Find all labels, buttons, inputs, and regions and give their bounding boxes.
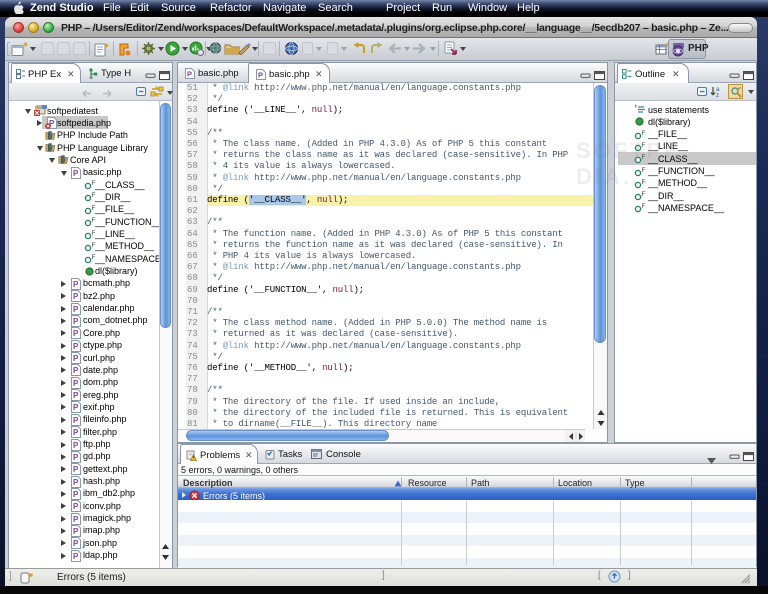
svg-text:P: P <box>73 428 79 437</box>
svg-text:P: P <box>73 169 79 178</box>
svg-text:P: P <box>73 539 79 548</box>
svg-text:P: P <box>73 465 79 474</box>
svg-text:P: P <box>73 317 79 326</box>
svg-text:P: P <box>73 478 79 487</box>
svg-text:F: F <box>642 191 646 198</box>
svg-text:P: P <box>73 441 79 450</box>
svg-text:F: F <box>642 130 646 137</box>
svg-text:P: P <box>73 379 79 388</box>
svg-text:P: P <box>73 527 79 536</box>
svg-text:P: P <box>73 453 79 462</box>
svg-text:P: P <box>73 280 79 289</box>
svg-text:P: P <box>73 490 79 499</box>
svg-text:P: P <box>73 552 79 561</box>
svg-text:P: P <box>187 70 192 79</box>
svg-text:P: P <box>73 342 79 351</box>
svg-text:P: P <box>73 391 79 400</box>
svg-text:P: P <box>73 354 79 363</box>
svg-text:P: P <box>73 292 79 301</box>
svg-text:P: P <box>73 416 79 425</box>
svg-text:P: P <box>258 71 263 80</box>
svg-text:P: P <box>73 329 79 338</box>
svg-text:P: P <box>73 305 79 314</box>
svg-text:z: z <box>716 93 719 98</box>
svg-text:F: F <box>642 203 646 210</box>
svg-text:P: P <box>73 502 79 511</box>
svg-text:P: P <box>73 403 79 412</box>
svg-text:P: P <box>73 515 79 524</box>
svg-text:P: P <box>73 366 79 375</box>
